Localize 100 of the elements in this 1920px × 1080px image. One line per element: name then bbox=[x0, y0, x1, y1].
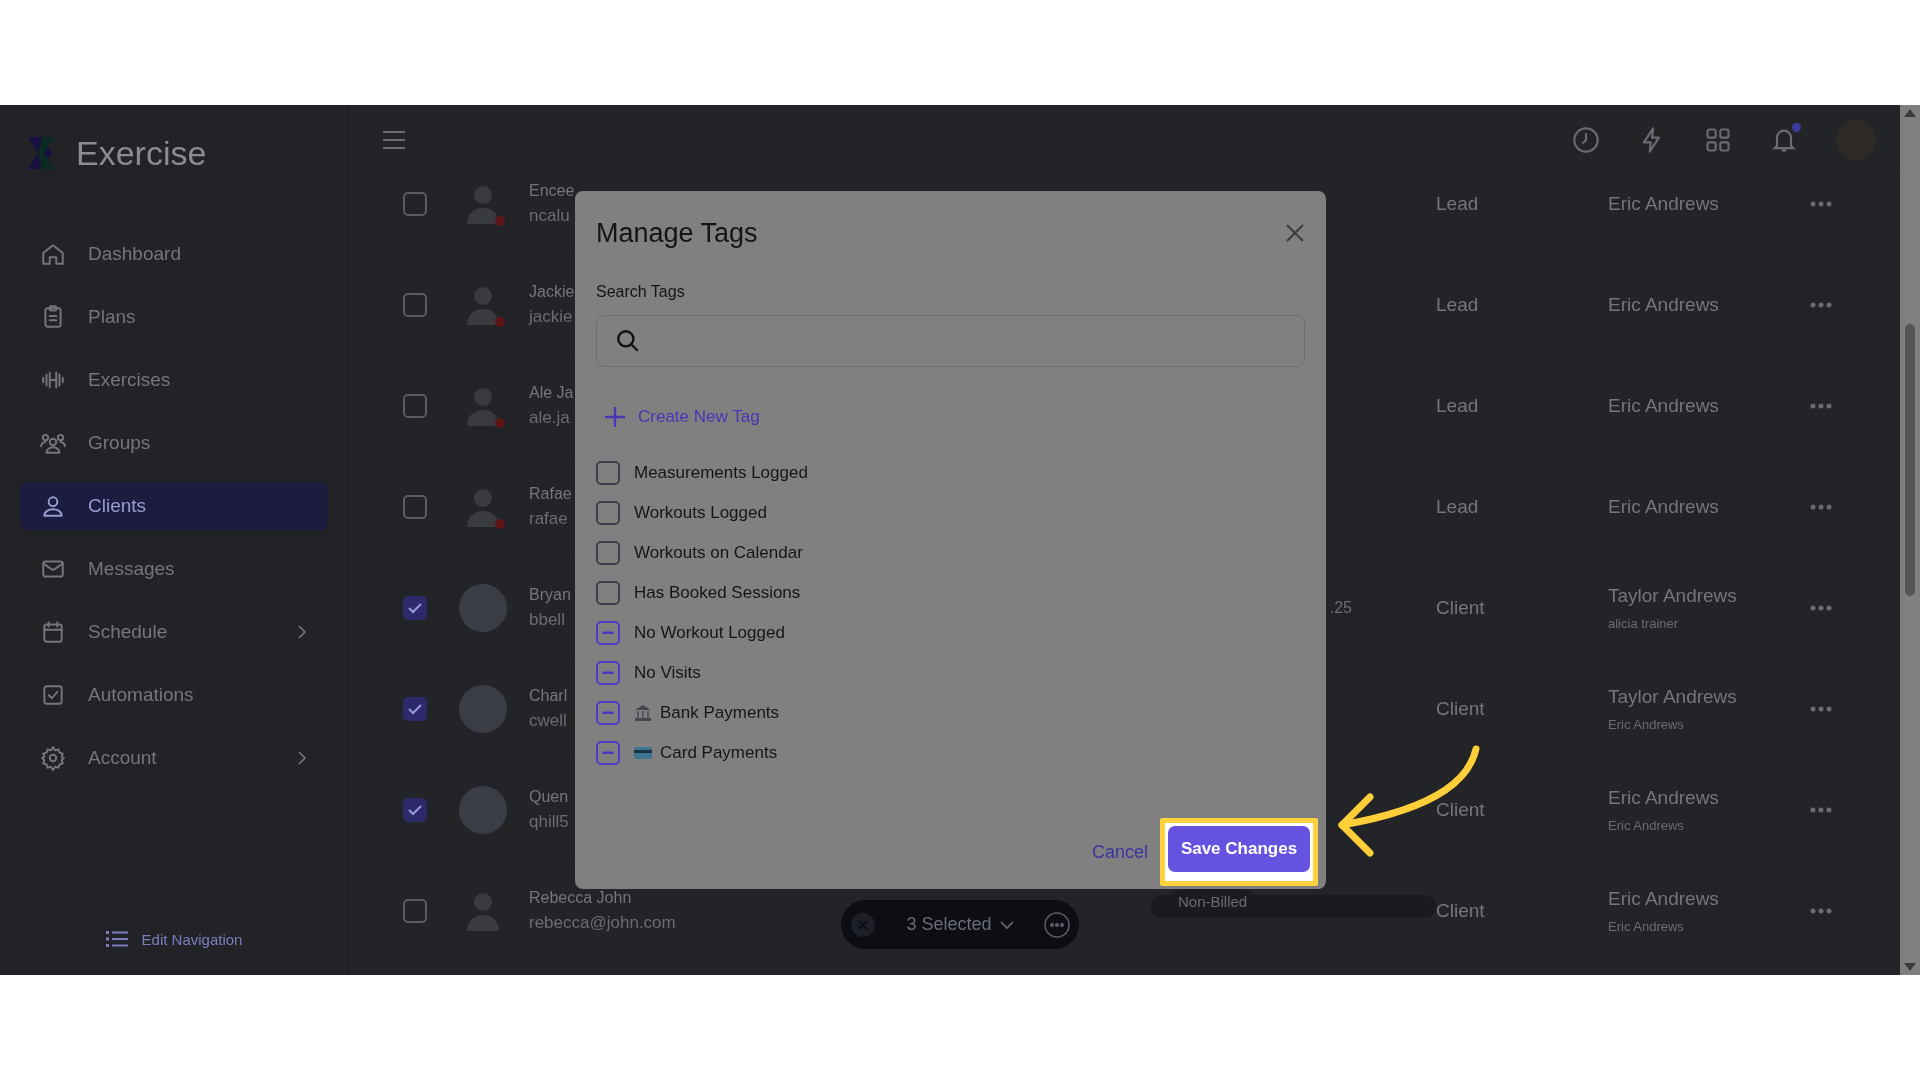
row-checkbox[interactable] bbox=[403, 293, 427, 317]
calendar-icon bbox=[40, 619, 66, 645]
trainer-note: Eric Andrews bbox=[1608, 818, 1685, 833]
create-tag-link[interactable]: Create New Tag bbox=[596, 395, 766, 439]
client-email: rebecca@john.com bbox=[529, 913, 676, 933]
tag-checkbox[interactable] bbox=[596, 501, 620, 525]
bell-icon[interactable] bbox=[1770, 126, 1798, 154]
tag-label: Workouts Logged bbox=[634, 503, 767, 523]
trainer-name: Taylor Andrews bbox=[1608, 686, 1738, 708]
trainer-name: Eric Andrews bbox=[1608, 496, 1720, 518]
checkbox-icon bbox=[40, 682, 66, 708]
client-email: jackie bbox=[529, 307, 573, 327]
minus-icon bbox=[602, 631, 614, 635]
brand-name: Exercise bbox=[76, 133, 207, 173]
trainer-name: Taylor Andrews bbox=[1608, 585, 1738, 607]
clock-icon[interactable] bbox=[1572, 126, 1600, 154]
table-cell: .25 bbox=[1329, 599, 1352, 617]
trainer-note: Eric Andrews bbox=[1608, 919, 1685, 934]
minus-icon bbox=[602, 711, 614, 715]
client-name: Rebecca John bbox=[529, 889, 632, 907]
settings-icon bbox=[40, 745, 66, 771]
sidebar-item[interactable]: Automations bbox=[20, 671, 328, 719]
tag-label: Has Booked Sessions bbox=[634, 583, 801, 603]
home-icon bbox=[40, 241, 66, 267]
trainer-name: Eric Andrews bbox=[1608, 395, 1720, 417]
minus-icon bbox=[602, 751, 614, 755]
grid-icon[interactable] bbox=[1704, 126, 1732, 154]
trainer-note: Eric Andrews bbox=[1608, 717, 1685, 732]
row-checkbox[interactable] bbox=[403, 697, 427, 721]
client-email: qhill5 bbox=[529, 812, 569, 832]
cancel-button[interactable]: Cancel bbox=[1091, 841, 1148, 863]
caret-icon bbox=[999, 920, 1014, 929]
minus-icon bbox=[602, 671, 614, 675]
row-checkbox[interactable] bbox=[403, 596, 427, 620]
client-email: ale.ja bbox=[529, 408, 570, 428]
client-email: cwell bbox=[529, 711, 567, 731]
trainer-name: Eric Andrews bbox=[1608, 193, 1720, 215]
tag-checkbox[interactable] bbox=[596, 701, 620, 725]
search-field[interactable] bbox=[596, 315, 1305, 367]
tag-label: Bank Payments bbox=[660, 703, 780, 723]
client-name: Encee bbox=[529, 182, 575, 200]
sidebar-item[interactable]: Dashboard bbox=[20, 230, 328, 278]
list-icon bbox=[105, 930, 128, 948]
client-type: Lead bbox=[1436, 294, 1480, 316]
client-email: bbell bbox=[529, 610, 565, 630]
client-type: Client bbox=[1436, 900, 1486, 922]
tag-checkbox[interactable] bbox=[596, 581, 620, 605]
edit-navigation-link[interactable]: Edit Navigation bbox=[99, 929, 249, 949]
field-label: Search Tags bbox=[596, 283, 686, 302]
person-icon bbox=[40, 493, 66, 519]
bank-icon bbox=[634, 704, 652, 722]
menu-icon[interactable] bbox=[382, 130, 406, 150]
trainer-name: Eric Andrews bbox=[1608, 787, 1720, 809]
tag-checkbox[interactable] bbox=[596, 661, 620, 685]
client-type: Client bbox=[1436, 698, 1486, 720]
sidebar-item[interactable]: Account bbox=[20, 734, 328, 782]
sidebar-item[interactable]: Exercises bbox=[20, 356, 328, 404]
client-type: Client bbox=[1436, 597, 1486, 619]
more-icon[interactable] bbox=[1044, 911, 1070, 938]
check-icon bbox=[408, 703, 422, 715]
tag-checkbox[interactable] bbox=[596, 461, 620, 485]
sidebar-item[interactable]: Messages bbox=[20, 545, 328, 593]
client-name: Bryan bbox=[529, 586, 571, 604]
card-icon bbox=[634, 746, 652, 760]
row-checkbox[interactable] bbox=[403, 394, 427, 418]
client-email: rafae bbox=[529, 509, 568, 529]
check-icon bbox=[408, 602, 422, 614]
client-type: Lead bbox=[1436, 395, 1480, 417]
row-checkbox[interactable] bbox=[403, 495, 427, 519]
search-icon bbox=[615, 328, 641, 354]
trainer-name: Eric Andrews bbox=[1608, 294, 1720, 316]
tag-checkbox[interactable] bbox=[596, 621, 620, 645]
tag-label: No Visits bbox=[634, 663, 701, 683]
sidebar-item[interactable]: Clients bbox=[20, 482, 328, 530]
sidebar-item[interactable]: Groups bbox=[20, 419, 328, 467]
tag-checkbox[interactable] bbox=[596, 541, 620, 565]
client-name: Quen bbox=[529, 788, 569, 806]
client-name: Jackie bbox=[529, 283, 575, 301]
tag-checkbox[interactable] bbox=[596, 741, 620, 765]
client-name: Charl bbox=[529, 687, 568, 705]
row-checkbox[interactable] bbox=[403, 192, 427, 216]
client-type: Lead bbox=[1436, 193, 1480, 215]
sidebar-item[interactable]: Plans bbox=[20, 293, 328, 341]
trainer-note: alicia trainer bbox=[1608, 616, 1680, 631]
close-icon[interactable] bbox=[1285, 223, 1305, 243]
tag-label: Card Payments bbox=[660, 743, 778, 763]
tag-label: Measurements Logged bbox=[634, 463, 808, 483]
sidebar-item[interactable]: Schedule bbox=[20, 608, 328, 656]
client-type: Client bbox=[1436, 799, 1486, 821]
tag-label: Workouts on Calendar bbox=[634, 543, 803, 563]
row-checkbox[interactable] bbox=[403, 899, 427, 923]
dialog-title: Manage Tags bbox=[596, 217, 759, 249]
selection-dropdown[interactable]: 3 Selected bbox=[886, 913, 1034, 936]
client-name: Rafae bbox=[529, 485, 572, 503]
trainer-name: Eric Andrews bbox=[1608, 888, 1720, 910]
client-type: Lead bbox=[1436, 496, 1480, 518]
check-icon bbox=[408, 804, 422, 816]
plus-icon bbox=[604, 406, 626, 428]
save-button[interactable]: Save Changes bbox=[1168, 826, 1310, 872]
row-checkbox[interactable] bbox=[403, 798, 427, 822]
